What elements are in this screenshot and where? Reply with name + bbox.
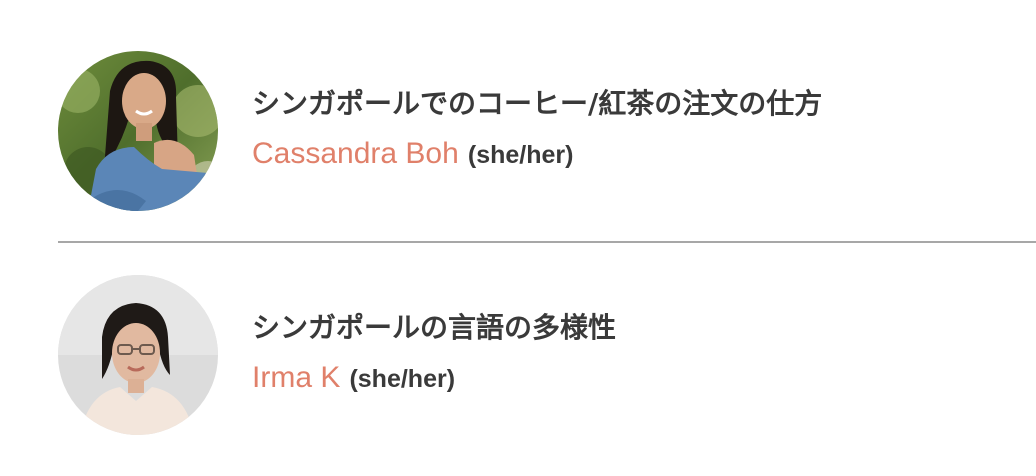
divider — [58, 241, 1036, 243]
list-item[interactable]: シンガポールの言語の多様性 Irma K (she/her) — [58, 274, 1036, 436]
author-name-link[interactable]: Cassandra Boh — [252, 137, 459, 170]
author-line: Cassandra Boh (she/her) — [252, 136, 822, 176]
author-line: Irma K (she/her) — [252, 360, 616, 400]
author-pronouns: (she/her) — [349, 365, 456, 393]
article-title[interactable]: シンガポールの言語の多様性 — [252, 310, 616, 346]
author-name-link[interactable]: Irma K — [252, 361, 340, 394]
article-title[interactable]: シンガポールでのコーヒー/紅茶の注文の仕方 — [252, 86, 822, 122]
author-avatar[interactable] — [58, 275, 218, 435]
author-pronouns: (she/her) — [467, 141, 574, 169]
avatar-photo — [58, 275, 218, 435]
avatar-photo — [58, 51, 218, 211]
author-avatar[interactable] — [58, 51, 218, 211]
list-item[interactable]: シンガポールでのコーヒー/紅茶の注文の仕方 Cassandra Boh (she… — [58, 50, 1036, 212]
article-list: シンガポールでのコーヒー/紅茶の注文の仕方 Cassandra Boh (she… — [0, 0, 1036, 476]
